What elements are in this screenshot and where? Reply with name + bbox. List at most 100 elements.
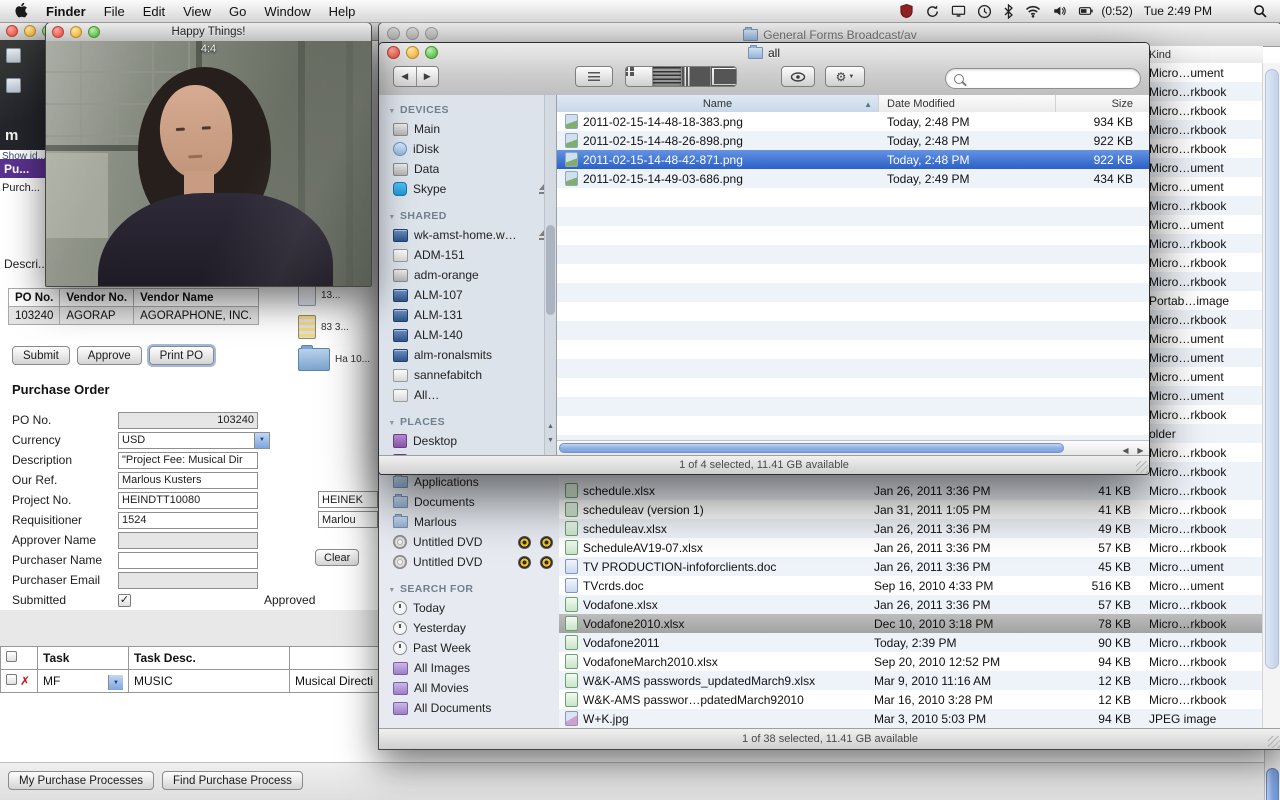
scrollbar-thumb[interactable]: [1265, 69, 1279, 669]
field-input[interactable]: [118, 571, 258, 589]
file-row[interactable]: Vodafone2011 Today, 2:39 PM 90 KB Micro……: [559, 633, 1263, 652]
name-column-header[interactable]: Name: [557, 95, 879, 112]
field-extra-input[interactable]: Marlou: [318, 511, 378, 528]
close-button[interactable]: [387, 46, 400, 59]
clear-button[interactable]: Clear: [315, 549, 360, 566]
submitted-checkbox[interactable]: [118, 593, 131, 607]
portal-subtab[interactable]: Purch...: [2, 182, 40, 194]
field-input[interactable]: [118, 551, 258, 569]
zoom-button[interactable]: [425, 46, 438, 59]
sidebar-item[interactable]: ADM-151: [379, 245, 556, 265]
zoom-button[interactable]: [88, 26, 100, 38]
minimize-button[interactable]: [70, 26, 82, 38]
sidebar-item[interactable]: Data: [379, 159, 556, 179]
bluetooth-icon[interactable]: [1003, 3, 1014, 19]
sidebar-search-item[interactable]: Today: [379, 598, 559, 618]
field-input[interactable]: USD: [118, 431, 270, 449]
sidebar-search-item[interactable]: All Movies: [379, 678, 559, 698]
sidebar-search-item[interactable]: All Documents: [379, 698, 559, 718]
folder-proxy-icon[interactable]: [747, 45, 763, 59]
menu-item[interactable]: File: [104, 4, 125, 19]
sidebar-item[interactable]: alm-ronalsmits: [379, 345, 556, 365]
back-button[interactable]: [394, 67, 417, 86]
list-view-button[interactable]: [652, 67, 682, 86]
sidebar-item[interactable]: Applications: [379, 472, 559, 492]
battery-time[interactable]: (0:52): [1101, 4, 1132, 18]
task-data-row[interactable]: MF MUSIC Musical Directi: [0, 669, 401, 693]
sidebar-item[interactable]: All…: [379, 385, 556, 405]
spotlight-icon[interactable]: [1253, 4, 1268, 19]
sidebar-item[interactable]: adm-orange: [379, 265, 556, 285]
kind-column-header[interactable]: Kind: [1141, 46, 1263, 63]
display-icon[interactable]: [951, 4, 966, 18]
file-row[interactable]: VodafoneMarch2010.xlsx Sep 20, 2010 12:5…: [559, 652, 1263, 671]
file-row[interactable]: 2011-02-15-14-49-03-686.png Today, 2:49 …: [557, 169, 1149, 188]
close-button[interactable]: [387, 27, 400, 40]
front-finder-titlebar[interactable]: all: [379, 43, 1149, 63]
sidebar-search-item[interactable]: Past Week: [379, 638, 559, 658]
sync-icon[interactable]: [925, 4, 940, 19]
row-checkbox[interactable]: [6, 674, 17, 685]
minimize-button[interactable]: [406, 27, 419, 40]
menu-item[interactable]: Go: [229, 4, 246, 19]
field-input[interactable]: [118, 531, 258, 549]
sidebar-item[interactable]: ALM-107: [379, 285, 556, 305]
dropdown-arrow-icon[interactable]: [254, 432, 269, 448]
sidebar-item[interactable]: sannefabitch: [379, 365, 556, 385]
disclosure-triangle-icon[interactable]: [387, 104, 397, 116]
sidebar-item[interactable]: ALM-140: [379, 325, 556, 345]
menu-item[interactable]: View: [183, 4, 211, 19]
menu-item[interactable]: Edit: [143, 4, 165, 19]
file-row[interactable]: W&K-AMS passwords_updatedMarch9.xlsx Mar…: [559, 671, 1263, 690]
coverflow-view-button[interactable]: [710, 67, 736, 86]
clock-icon[interactable]: [977, 4, 992, 19]
sidebar-scrollbar[interactable]: [544, 95, 556, 456]
zoom-button[interactable]: [425, 27, 438, 40]
wifi-icon[interactable]: [1025, 5, 1041, 18]
app-menu[interactable]: Finder: [46, 4, 86, 19]
disclosure-triangle-icon[interactable]: [387, 583, 397, 595]
forward-button[interactable]: [417, 67, 439, 86]
field-extra-input[interactable]: HEINEK: [318, 491, 378, 508]
form-action-button[interactable]: Print PO: [148, 346, 215, 365]
field-input[interactable]: "Project Fee: Musical Dir: [118, 451, 258, 469]
file-row[interactable]: Vodafone.xlsx Jan 26, 2011 3:36 PM 57 KB…: [559, 595, 1263, 614]
disclosure-triangle-icon[interactable]: [387, 210, 397, 222]
resize-grip[interactable]: [1268, 736, 1280, 748]
burn-icon[interactable]: [540, 555, 553, 569]
sidebar-item[interactable]: Untitled DVD: [379, 532, 559, 552]
video-window-titlebar[interactable]: Happy Things!: [46, 23, 371, 42]
minimize-button[interactable]: [406, 46, 419, 59]
apple-menu-icon[interactable]: [14, 2, 28, 21]
file-row[interactable]: W&K-AMS passwor…pdatedMarch92010 Mar 16,…: [559, 690, 1263, 709]
minimize-button[interactable]: [24, 25, 36, 37]
field-input[interactable]: Marlous Kusters: [118, 471, 258, 489]
menu-item[interactable]: Help: [329, 4, 356, 19]
close-button[interactable]: [52, 26, 64, 38]
quick-look-button[interactable]: [781, 66, 815, 87]
folder-proxy-icon[interactable]: [743, 26, 759, 41]
file-row[interactable]: schedule.xlsx Jan 26, 2011 3:36 PM 41 KB…: [559, 481, 1263, 500]
menu-item[interactable]: Window: [264, 4, 310, 19]
burn-icon[interactable]: [518, 535, 531, 549]
file-row[interactable]: 2011-02-15-14-48-26-898.png Today, 2:48 …: [557, 131, 1149, 150]
attachment-item[interactable]: 83 3...: [298, 315, 378, 339]
sidebar-scrollbar-thumb[interactable]: [546, 225, 555, 315]
vendor-name-cell[interactable]: AGORAPHONE, INC.: [133, 306, 259, 325]
action-gear-button[interactable]: [825, 66, 865, 87]
scroll-down-arrow-icon[interactable]: [545, 434, 556, 446]
task-code[interactable]: MF: [43, 674, 60, 688]
sidebar-item[interactable]: Documents: [379, 492, 559, 512]
back-finder-vertical-scrollbar[interactable]: [1262, 63, 1280, 729]
close-button[interactable]: [6, 25, 18, 37]
window-controls[interactable]: [52, 26, 100, 38]
task-desc-cell[interactable]: MUSIC: [128, 669, 290, 693]
sidebar-search-item[interactable]: All Images: [379, 658, 559, 678]
form-scrollbar-thumb[interactable]: [1266, 768, 1279, 800]
field-input[interactable]: 1524: [118, 511, 258, 529]
sidebar-item[interactable]: Skype: [379, 179, 556, 199]
field-input[interactable]: HEINDTT10080: [118, 491, 258, 509]
file-row[interactable]: 2011-02-15-14-48-42-871.png Today, 2:48 …: [557, 150, 1149, 169]
search-field[interactable]: [945, 68, 1141, 89]
po-summary-data-row[interactable]: 103240 AGORAP AGORAPHONE, INC.: [7, 306, 259, 325]
